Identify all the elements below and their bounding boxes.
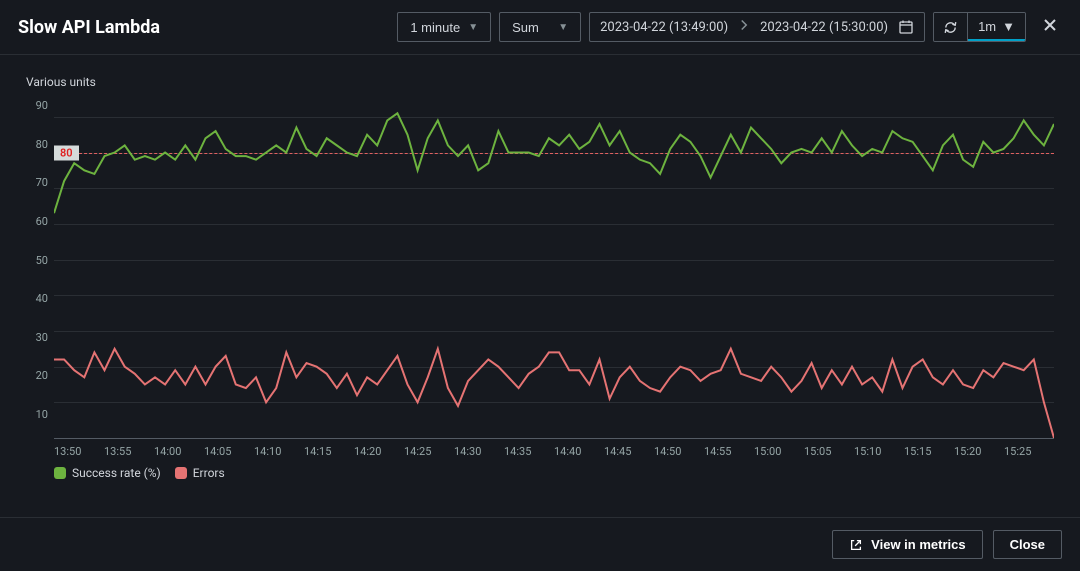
x-tick: 14:30 <box>454 445 504 458</box>
x-tick: 15:20 <box>954 445 1004 458</box>
date-range-picker[interactable]: 2023-04-22 (13:49:00) 2023-04-22 (15:30:… <box>589 12 925 42</box>
close-button[interactable] <box>1038 16 1062 39</box>
chart-area: Various units 90 80 70 60 50 40 30 20 10 80 13:5… <box>0 55 1080 490</box>
x-tick: 14:00 <box>154 445 204 458</box>
legend: Success rate (%) Errors <box>54 466 1054 480</box>
y-tick: 40 <box>26 292 48 305</box>
x-tick: 13:55 <box>104 445 154 458</box>
footer: View in metrics Close <box>0 517 1080 571</box>
x-tick: 14:10 <box>254 445 304 458</box>
page-title: Slow API Lambda <box>18 17 160 38</box>
header: Slow API Lambda 1 minute ▼ Sum ▼ 2023-04… <box>0 0 1080 55</box>
x-tick: 14:25 <box>404 445 454 458</box>
calendar-icon <box>898 19 914 35</box>
refresh-group: 1m ▼ <box>933 12 1026 42</box>
y-axis-title: Various units <box>26 75 1054 89</box>
y-tick: 60 <box>26 215 48 228</box>
period-select[interactable]: 1 minute ▼ <box>397 12 491 42</box>
x-tick: 14:15 <box>304 445 354 458</box>
legend-swatch <box>54 467 66 479</box>
chart-wrap: 90 80 70 60 50 40 30 20 10 80 <box>26 99 1054 439</box>
y-axis: 90 80 70 60 50 40 30 20 10 <box>26 99 54 439</box>
series-line <box>54 349 1054 438</box>
x-tick: 14:35 <box>504 445 554 458</box>
x-tick: 15:00 <box>754 445 804 458</box>
y-tick: 50 <box>26 254 48 267</box>
caret-down-icon: ▼ <box>558 22 568 33</box>
x-tick: 15:05 <box>804 445 854 458</box>
view-in-metrics-label: View in metrics <box>871 537 965 552</box>
y-tick: 30 <box>26 331 48 344</box>
external-link-icon <box>849 538 863 552</box>
y-tick: 10 <box>26 408 48 421</box>
y-tick: 90 <box>26 99 48 112</box>
x-tick: 14:45 <box>604 445 654 458</box>
statistic-select[interactable]: Sum ▼ <box>499 12 581 42</box>
x-tick: 14:05 <box>204 445 254 458</box>
caret-down-icon: ▼ <box>468 22 478 33</box>
x-tick: 14:55 <box>704 445 754 458</box>
close-label: Close <box>1010 537 1045 552</box>
y-tick: 80 <box>26 138 48 151</box>
view-in-metrics-button[interactable]: View in metrics <box>832 530 982 559</box>
legend-item[interactable]: Errors <box>175 466 225 480</box>
refresh-button[interactable] <box>934 13 968 41</box>
x-tick: 15:25 <box>1004 445 1054 458</box>
refresh-interval-value: 1m <box>978 19 996 34</box>
legend-swatch <box>175 467 187 479</box>
legend-label: Errors <box>193 466 225 480</box>
range-end: 2023-04-22 (15:30:00) <box>760 20 888 35</box>
caret-down-icon: ▼ <box>1002 19 1015 34</box>
x-tick: 14:40 <box>554 445 604 458</box>
period-value: 1 minute <box>410 20 460 35</box>
legend-label: Success rate (%) <box>72 466 161 480</box>
x-tick: 14:50 <box>654 445 704 458</box>
refresh-interval-select[interactable]: 1m ▼ <box>968 13 1025 41</box>
statistic-value: Sum <box>512 20 539 35</box>
legend-item[interactable]: Success rate (%) <box>54 466 161 480</box>
y-tick: 70 <box>26 176 48 189</box>
header-controls: 1 minute ▼ Sum ▼ 2023-04-22 (13:49:00) 2… <box>397 12 1062 42</box>
plot-area[interactable]: 80 <box>54 99 1054 439</box>
y-tick: 20 <box>26 369 48 382</box>
x-tick: 15:15 <box>904 445 954 458</box>
refresh-icon <box>943 20 958 35</box>
close-footer-button[interactable]: Close <box>993 530 1062 559</box>
x-tick: 13:50 <box>54 445 104 458</box>
arrow-right-icon <box>738 19 750 35</box>
series-line <box>54 113 1054 213</box>
x-tick: 15:10 <box>854 445 904 458</box>
x-tick: 14:20 <box>354 445 404 458</box>
x-axis: 13:5013:5514:0014:0514:1014:1514:2014:25… <box>54 445 1054 458</box>
range-start: 2023-04-22 (13:49:00) <box>600 20 728 35</box>
chart-lines <box>54 99 1054 438</box>
close-icon <box>1042 17 1058 33</box>
